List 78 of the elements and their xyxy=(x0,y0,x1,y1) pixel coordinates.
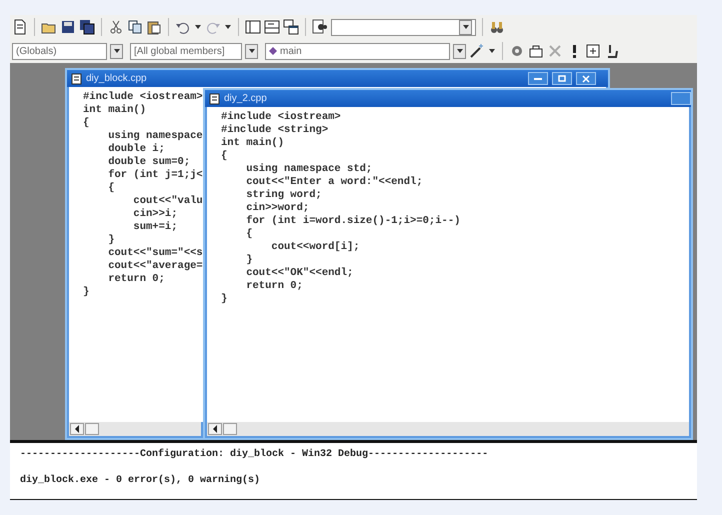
code-line: cout<<"average= xyxy=(107,260,203,273)
code-line: cout<<"valu xyxy=(132,195,203,208)
code-line: int main() xyxy=(83,104,146,117)
close-icon xyxy=(581,74,591,84)
restore-icon xyxy=(557,74,567,84)
left-arrow-icon xyxy=(211,424,219,434)
code-line: #include <string> xyxy=(221,124,328,137)
restore-button[interactable] xyxy=(552,72,572,85)
code-line: int main() xyxy=(221,137,284,150)
document-icon xyxy=(209,92,220,104)
code-line: { xyxy=(83,117,90,130)
build-icon[interactable] xyxy=(528,43,544,59)
caret-icon[interactable] xyxy=(248,47,256,55)
code-line: #include <iostream> xyxy=(83,91,203,104)
go-icon[interactable] xyxy=(585,43,601,59)
code-line: } xyxy=(221,293,228,306)
code-line: cout<<"Enter a word:"<<endl; xyxy=(245,176,423,189)
workspace-icon[interactable] xyxy=(245,19,261,35)
save-all-icon[interactable] xyxy=(79,19,95,35)
caret-icon[interactable] xyxy=(112,47,120,55)
left-arrow-icon xyxy=(73,424,81,434)
output-window-icon[interactable] xyxy=(264,19,280,35)
horizontal-scrollbar[interactable] xyxy=(69,422,201,436)
close-button[interactable] xyxy=(576,72,596,85)
code-line: { xyxy=(107,182,115,195)
dropdown-field[interactable]: main xyxy=(265,42,450,60)
code-line: #include <iostream> xyxy=(221,111,341,124)
caret-icon[interactable] xyxy=(456,47,464,55)
dropdown-button[interactable] xyxy=(453,44,466,58)
code-line: cout<<"OK"<<endl; xyxy=(245,267,354,280)
caret-icon[interactable] xyxy=(194,23,202,31)
code-line: } xyxy=(245,254,253,267)
dropdown-field[interactable]: (Globals) xyxy=(12,42,107,60)
minimize-icon xyxy=(534,78,542,80)
save-icon[interactable] xyxy=(60,19,76,35)
wand-icon[interactable] xyxy=(469,43,485,59)
binoculars-icon[interactable] xyxy=(489,19,505,35)
dropdown-button[interactable] xyxy=(245,44,258,58)
code-line: return 0; xyxy=(107,273,165,286)
output-line: --------------------Configuration: diy_block - Win32 Debug-------------------- xyxy=(20,449,488,461)
caret-icon[interactable] xyxy=(462,23,470,31)
code-line: sum+=i; xyxy=(132,221,178,234)
code-line: double sum=0; xyxy=(107,156,190,169)
caret-icon[interactable] xyxy=(488,47,496,55)
document-icon xyxy=(71,72,82,84)
code-line: return 0; xyxy=(245,280,303,293)
code-line: using namespace std; xyxy=(245,163,372,176)
gear-icon[interactable] xyxy=(509,43,525,59)
diamond-icon xyxy=(269,47,277,55)
scissors-icon[interactable] xyxy=(108,19,124,35)
code-line: { xyxy=(221,150,228,163)
find-in-files-icon[interactable] xyxy=(312,19,328,35)
code-line: double i; xyxy=(107,143,165,156)
minimize-button[interactable] xyxy=(528,72,548,85)
dropdown-field[interactable]: [All global members] xyxy=(130,42,242,60)
code-line: for (int j=1;j< xyxy=(107,169,203,182)
code-line: for (int i=word.size()-1;i>=0;i--) xyxy=(245,215,460,228)
code-line: string word; xyxy=(245,189,322,202)
window-title: diy_2.cpp xyxy=(224,92,267,106)
scroll-left-button[interactable] xyxy=(208,423,222,435)
paste-icon[interactable] xyxy=(146,19,162,35)
caret-icon[interactable] xyxy=(224,23,232,31)
code-line: cin>>i; xyxy=(132,208,178,221)
code-line: } xyxy=(83,286,90,299)
scroll-left-button[interactable] xyxy=(70,423,84,435)
code-line: cout<<word[i]; xyxy=(270,241,360,254)
dropdown-button[interactable] xyxy=(110,44,123,58)
horizontal-scrollbar[interactable] xyxy=(207,422,689,436)
code-line: cout<<"sum="<<s xyxy=(107,247,203,260)
code-line: cin>>word; xyxy=(245,202,310,215)
windows-icon[interactable] xyxy=(283,19,299,35)
window-title: diy_block.cpp xyxy=(86,72,147,86)
code-line: using namespace xyxy=(107,130,203,143)
output-line: diy_block.exe - 0 error(s), 0 warning(s) xyxy=(20,475,260,487)
new-file-icon[interactable] xyxy=(12,19,28,35)
copy-icon[interactable] xyxy=(127,19,143,35)
code-line: } xyxy=(107,234,115,247)
code-line: { xyxy=(245,228,253,241)
